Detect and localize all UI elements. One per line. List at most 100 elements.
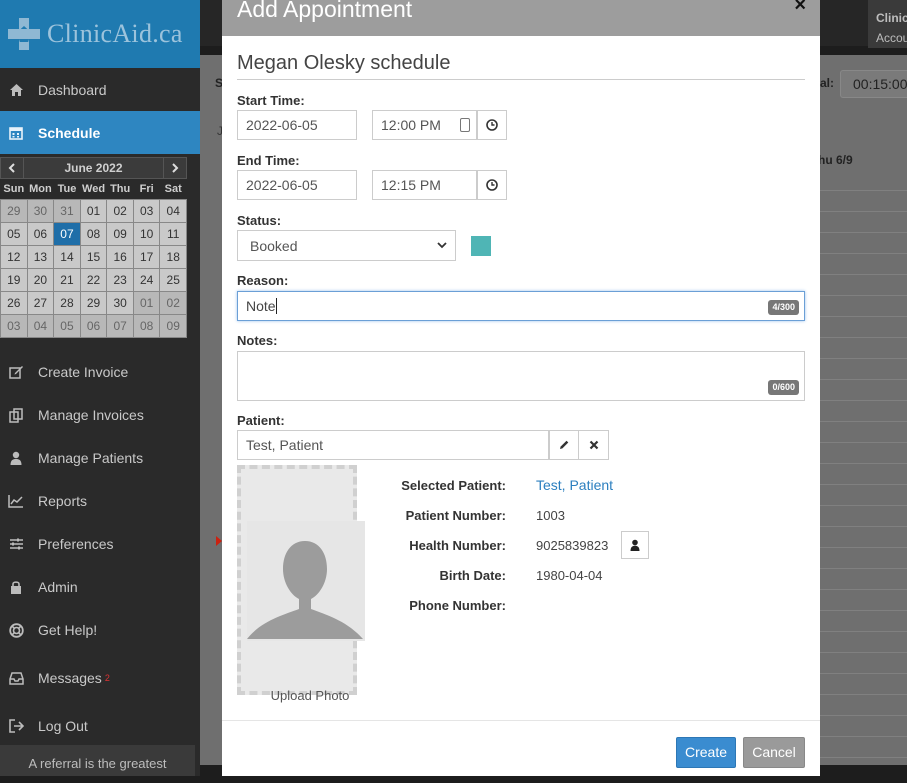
health-number-lookup-button[interactable] <box>621 531 650 559</box>
sidebar-item-messages[interactable]: Messages 2 <box>0 652 200 705</box>
chart-icon <box>8 493 24 509</box>
calendar-day[interactable]: 24 <box>132 267 161 292</box>
sidebar-item-label: Reports <box>38 493 88 509</box>
calendar-day[interactable]: 29 <box>79 290 108 315</box>
sidebar-item-manage-patients[interactable]: Manage Patients <box>0 437 200 480</box>
start-time-input[interactable]: 12:00 PM <box>372 110 477 140</box>
prev-month-button[interactable] <box>1 158 23 178</box>
clock-icon <box>486 119 498 131</box>
calendar-day[interactable]: 01 <box>79 198 108 223</box>
calendar-day[interactable]: 06 <box>26 221 55 246</box>
calendar-day[interactable]: 08 <box>79 221 108 246</box>
sidebar-item-create-invoice[interactable]: Create Invoice <box>0 351 200 394</box>
phone-number-label: Phone Number: <box>409 597 506 613</box>
logo[interactable]: ClinicAid.ca <box>0 0 200 68</box>
upload-photo-label[interactable]: Upload Photo <box>237 688 383 703</box>
status-value: Booked <box>250 237 298 254</box>
close-button[interactable]: × <box>794 0 806 17</box>
sidebar-item-reports[interactable]: Reports <box>0 480 200 523</box>
interval-input[interactable]: 00:15:00 <box>840 70 907 98</box>
calendar-day[interactable]: 12 <box>0 244 28 269</box>
logo-text: ClinicAid.ca <box>47 19 183 48</box>
referral-banner[interactable]: A referral is the greatest <box>0 745 195 776</box>
calendar-day[interactable]: 20 <box>26 267 55 292</box>
sidebar-item-schedule[interactable]: Schedule <box>0 111 200 154</box>
interval-label: al: <box>820 76 835 90</box>
weekday-header: Thu <box>110 182 131 195</box>
calendar-day[interactable]: 21 <box>53 267 81 292</box>
calendar-day[interactable]: 09 <box>106 221 134 246</box>
sidebar-item-get-help[interactable]: Get Help! <box>0 609 200 652</box>
patient-number-value: 1003 <box>536 507 565 523</box>
start-clock-button[interactable] <box>477 110 507 140</box>
mini-calendar: June 2022 Sun Mon Tue Wed Thu Fri Sat 29 30 31 01… <box>0 157 187 338</box>
calendar-day[interactable]: 07 <box>53 221 81 246</box>
calendar-day[interactable]: 19 <box>0 267 28 292</box>
calendar-day[interactable]: 31 <box>53 198 81 223</box>
start-date-input[interactable]: 2022-06-05 <box>237 110 357 140</box>
modal-title: Add Appointment <box>237 0 413 22</box>
calendar-day[interactable]: 02 <box>106 198 134 223</box>
calendar-day[interactable]: 23 <box>106 267 134 292</box>
patient-photo[interactable] <box>237 465 365 695</box>
calendar-day[interactable]: 10 <box>132 221 161 246</box>
calendar-day[interactable]: 08 <box>132 313 161 338</box>
end-date-input[interactable]: 2022-06-05 <box>237 170 357 200</box>
selected-patient-label: Selected Patient: <box>401 477 506 493</box>
end-time-input[interactable]: 12:15 PM <box>372 170 477 200</box>
calendar-day[interactable]: 01 <box>132 290 161 315</box>
selected-patient-link[interactable]: Test, Patient <box>536 477 613 493</box>
inbox-icon <box>8 670 24 686</box>
day-column-header: hu 6/9 <box>818 153 853 167</box>
sidebar-item-manage-invoices[interactable]: Manage Invoices <box>0 394 200 437</box>
calendar-day[interactable]: 18 <box>159 244 187 269</box>
health-number-label: Health Number: <box>409 537 506 553</box>
calendar-day[interactable]: 04 <box>26 313 55 338</box>
calendar-day[interactable]: 26 <box>0 290 28 315</box>
calendar-day[interactable]: 25 <box>159 267 187 292</box>
account-menu[interactable]: Clinic Accou <box>868 0 907 48</box>
calendar-day[interactable]: 14 <box>53 244 81 269</box>
calendar-day[interactable]: 05 <box>0 221 28 246</box>
calendar-day[interactable]: 27 <box>26 290 55 315</box>
sidebar-item-admin[interactable]: Admin <box>0 566 200 609</box>
cancel-button[interactable]: Cancel <box>743 737 805 768</box>
status-select[interactable]: Booked <box>237 230 456 261</box>
calendar-day[interactable]: 06 <box>79 313 108 338</box>
calendar-day[interactable]: 05 <box>53 313 81 338</box>
calendar-day[interactable]: 03 <box>132 198 161 223</box>
calendar-day[interactable]: 09 <box>159 313 187 338</box>
calendar-day[interactable]: 22 <box>79 267 108 292</box>
notes-textarea[interactable]: 0/600 <box>237 351 805 401</box>
calendar-day[interactable]: 03 <box>0 313 28 338</box>
picker-spinner-icon[interactable] <box>460 118 470 132</box>
sidebar-item-dashboard[interactable]: Dashboard <box>0 68 200 111</box>
calendar-day[interactable]: 30 <box>26 198 55 223</box>
patient-label: Patient: <box>237 413 285 428</box>
calendar-day[interactable]: 15 <box>79 244 108 269</box>
birth-date-label: Birth Date: <box>439 567 506 583</box>
calendar-day[interactable]: 11 <box>159 221 187 246</box>
calendar-day[interactable]: 16 <box>106 244 134 269</box>
end-clock-button[interactable] <box>477 170 507 200</box>
calendar-day[interactable]: 07 <box>106 313 134 338</box>
create-button[interactable]: Create <box>676 737 736 768</box>
start-time-group: Start Time: 2022-06-05 12:00 PM <box>237 93 507 140</box>
next-month-button[interactable] <box>164 158 186 178</box>
sidebar-item-log-out[interactable]: Log Out <box>0 705 200 748</box>
calendar-day[interactable]: 02 <box>159 290 187 315</box>
calendar-day[interactable]: 13 <box>26 244 55 269</box>
clear-patient-button[interactable] <box>579 430 609 460</box>
edit-patient-button[interactable] <box>549 430 579 460</box>
calendar-day[interactable]: 28 <box>53 290 81 315</box>
user-icon <box>630 539 640 551</box>
calendar-day[interactable]: 17 <box>132 244 161 269</box>
calendar-day[interactable]: 29 <box>0 198 28 223</box>
sidebar-item-label: Manage Invoices <box>38 407 144 423</box>
calendar-day[interactable]: 04 <box>159 198 187 223</box>
patient-input[interactable]: Test, Patient <box>237 430 549 460</box>
sidebar-item-preferences[interactable]: Preferences <box>0 523 200 566</box>
reason-input[interactable]: Note 4/300 <box>237 291 805 321</box>
calendar-day[interactable]: 30 <box>106 290 134 315</box>
status-group: Status: Booked <box>237 213 491 261</box>
